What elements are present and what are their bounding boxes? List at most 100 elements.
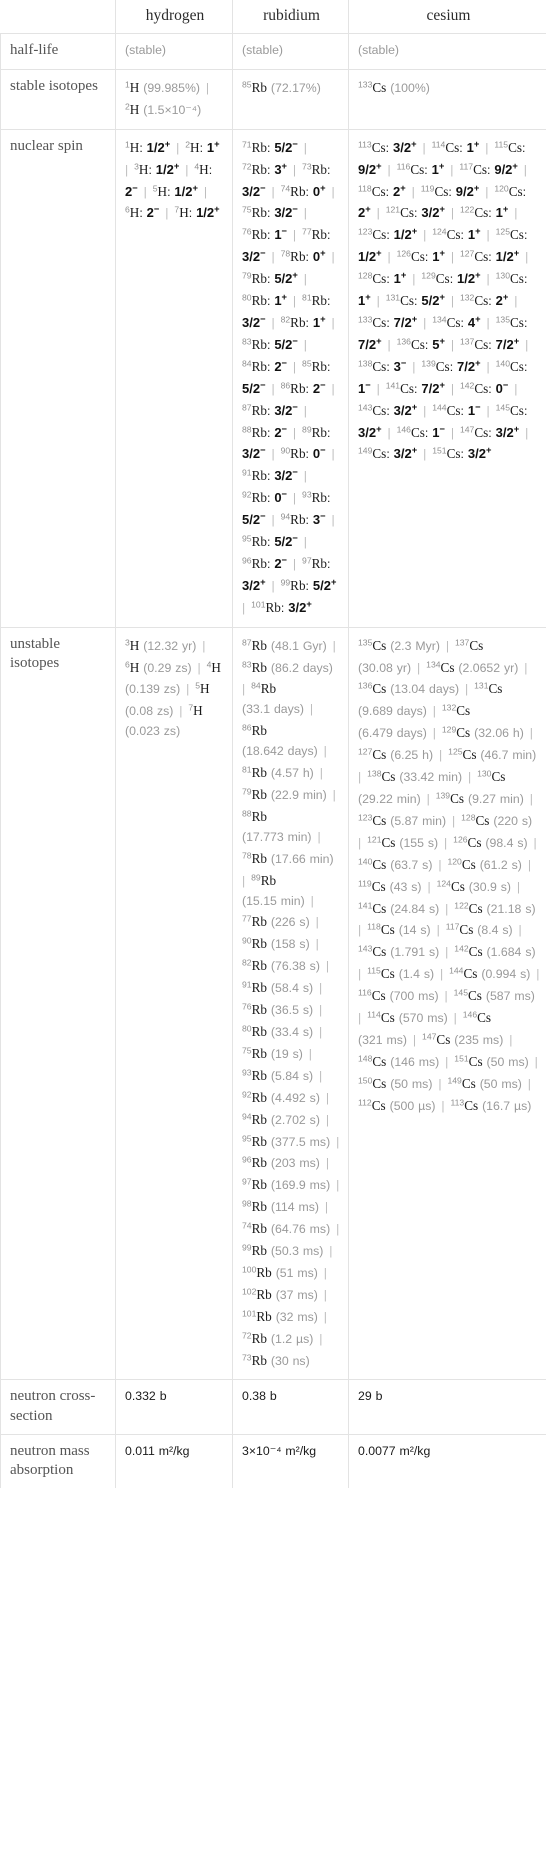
isotope-symbol: 84Rb bbox=[251, 681, 277, 697]
element-symbol: Rb bbox=[251, 1045, 267, 1061]
spin-parity: − bbox=[260, 182, 266, 193]
row-neutron-mass-absorption: neutron mass absorption 0.011 m²/kg 3×10… bbox=[0, 1433, 546, 1489]
mass-number: 101 bbox=[242, 1308, 257, 1319]
element-symbol: Cs bbox=[464, 1097, 479, 1113]
mass-number: 132 bbox=[441, 702, 457, 713]
item-separator: | bbox=[419, 315, 431, 330]
mass-number: 96 bbox=[242, 1154, 252, 1165]
mass-number: 72 bbox=[242, 1330, 252, 1341]
nuclear-spin-hydrogen: 1H: 1/2+ | 2H: 1+ | 3H: 1/2+ | 4H: 2− | … bbox=[115, 128, 233, 628]
item-separator: | bbox=[327, 513, 335, 528]
isotope-symbol: 7H bbox=[188, 703, 202, 718]
mass-number: 83 bbox=[242, 336, 252, 347]
column-header-hydrogen: hydrogen bbox=[115, 0, 233, 34]
element-symbol: Rb bbox=[251, 958, 267, 974]
spin-parity: + bbox=[320, 314, 326, 325]
element-symbol: Rb bbox=[251, 1199, 267, 1215]
isotope-symbol: 6H bbox=[125, 660, 139, 675]
isotope-symbol: 84Rb bbox=[242, 359, 267, 374]
item-separator: | bbox=[202, 80, 210, 95]
isotope-symbol: 138Cs bbox=[367, 769, 395, 784]
isotope-symbol: 144Cs bbox=[432, 403, 460, 418]
mass-number: 124 bbox=[436, 878, 451, 889]
isotope-symbol: 128Cs bbox=[461, 813, 489, 828]
half-life-hydrogen-value: (stable) bbox=[125, 43, 167, 57]
corner-blank-cell bbox=[0, 0, 116, 34]
mass-number: 91 bbox=[242, 467, 252, 478]
isotope-halflife-note: (114 ms) bbox=[270, 1200, 319, 1215]
item-separator: | bbox=[321, 1090, 330, 1105]
item-separator: | bbox=[267, 184, 279, 199]
spin-value: 0+ bbox=[312, 248, 326, 265]
item-separator: | bbox=[519, 162, 528, 177]
isotope-halflife-note: (76.38 s) bbox=[270, 959, 320, 974]
unstable-isotopes-cesium: 135Cs (2.3 Myr) | 137Cs (30.08 yr) | 134… bbox=[348, 626, 546, 1381]
mass-number: 125 bbox=[495, 226, 510, 237]
item-separator: | bbox=[383, 162, 395, 177]
element-symbol: Cs bbox=[372, 637, 387, 653]
item-separator: | bbox=[321, 1200, 329, 1215]
mass-number: 147 bbox=[422, 1031, 437, 1042]
isotope-halflife-note: (203 ms) bbox=[270, 1156, 320, 1171]
element-symbol: Rb bbox=[260, 681, 277, 697]
mass-number: 129 bbox=[441, 724, 457, 735]
item-separator: | bbox=[327, 315, 335, 330]
element-symbol: Rb bbox=[290, 446, 306, 462]
mass-number: 84 bbox=[251, 681, 261, 691]
mass-number: 130 bbox=[477, 768, 492, 779]
element-symbol: H bbox=[190, 139, 200, 155]
item-separator: | bbox=[409, 1032, 421, 1047]
mass-number: 138 bbox=[358, 358, 373, 369]
mass-number: 75 bbox=[242, 204, 252, 215]
mass-number: 150 bbox=[358, 1075, 373, 1086]
mass-number: 72 bbox=[242, 161, 252, 172]
isotope-symbol: 130Cs bbox=[477, 768, 506, 785]
spin-value: 1+ bbox=[393, 270, 407, 287]
isotope-symbol: 83Rb bbox=[242, 336, 267, 352]
spin-value: 1+ bbox=[312, 314, 326, 330]
isotope-halflife-note: (5.87 min) bbox=[390, 813, 447, 828]
element-symbol: Cs bbox=[469, 637, 484, 653]
isotope-symbol: 141Cs bbox=[358, 901, 386, 916]
mass-number: 85 bbox=[242, 79, 252, 90]
mass-number: 94 bbox=[242, 1111, 252, 1122]
isotope-symbol: 85Rb bbox=[302, 359, 327, 374]
spin-value: 2+ bbox=[495, 292, 509, 309]
isotope-symbol: 147Cs bbox=[459, 424, 488, 440]
element-symbol: Rb bbox=[256, 1264, 272, 1280]
spin-value: 5/2− bbox=[274, 336, 298, 352]
isotope-symbol: 146Cs bbox=[463, 1010, 491, 1025]
spin-value: 1− bbox=[274, 226, 288, 243]
spin-parity: − bbox=[260, 314, 266, 325]
nma-hydrogen-unit: m²/kg bbox=[158, 1443, 190, 1458]
isotope-halflife-note: (6.479 days) bbox=[358, 726, 427, 741]
mass-number: 115 bbox=[367, 965, 381, 976]
mass-number: 81 bbox=[302, 292, 312, 303]
mass-number: 133 bbox=[358, 314, 373, 325]
mass-number: 147 bbox=[459, 424, 475, 435]
item-separator: | bbox=[408, 272, 420, 287]
element-symbol: Rb bbox=[251, 787, 267, 802]
item-separator: | bbox=[299, 140, 307, 155]
isotope-symbol: 131Cs bbox=[386, 293, 414, 308]
element-symbol: Cs bbox=[510, 314, 524, 330]
isotope-halflife-note: (100%) bbox=[390, 80, 430, 95]
item-separator: | bbox=[289, 294, 301, 309]
mass-number: 139 bbox=[435, 790, 451, 801]
row-stable-isotopes: stable isotopes 1H (99.985%) | 2H (1.5×1… bbox=[0, 68, 546, 130]
element-symbol: Cs bbox=[410, 424, 425, 440]
nma-cesium-mantissa: 0.0077 bbox=[358, 1443, 396, 1458]
element-symbol: Cs bbox=[491, 769, 506, 785]
mass-number: 100 bbox=[242, 1264, 257, 1275]
element-symbol: Cs bbox=[372, 227, 387, 243]
item-separator: | bbox=[510, 381, 518, 396]
mass-number: 121 bbox=[385, 204, 401, 215]
item-separator: | bbox=[327, 184, 335, 199]
isotope-halflife-note: (8.4 s) bbox=[477, 923, 513, 938]
item-separator: | bbox=[510, 294, 518, 309]
mass-number: 78 bbox=[242, 850, 252, 861]
item-separator: | bbox=[321, 959, 330, 974]
spin-parity: + bbox=[485, 445, 492, 456]
item-separator: | bbox=[182, 682, 194, 697]
spin-value: 5/2+ bbox=[312, 576, 337, 593]
